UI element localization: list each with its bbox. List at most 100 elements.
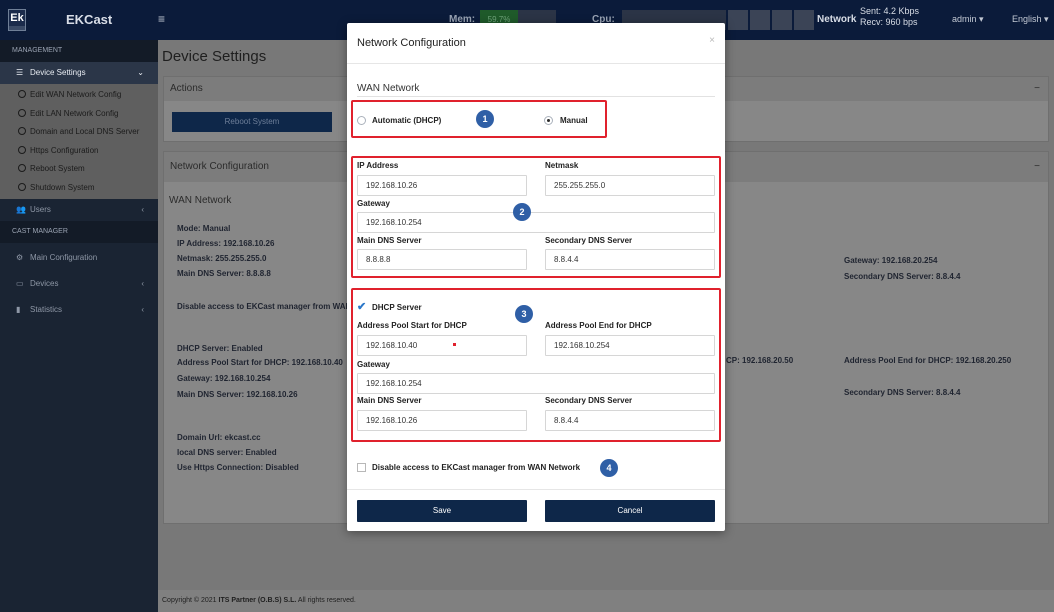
dhcp-server-checkbox[interactable]: ✔ — [357, 302, 366, 313]
bg-main-dns: Main DNS Server: 8.8.8.8 — [177, 269, 271, 278]
bg-pool-end-2: Address Pool End for DHCP: 192.168.20.25… — [844, 356, 1012, 365]
gateway-input[interactable] — [357, 212, 715, 233]
cancel-button[interactable]: Cancel — [545, 500, 715, 522]
chevron-left-icon: ‹ — [141, 279, 144, 288]
netmask-label: Netmask — [545, 161, 579, 170]
radio-manual[interactable] — [544, 116, 553, 125]
bg-mode: Mode: Manual — [177, 224, 231, 233]
circle-icon — [18, 182, 26, 191]
netmask-input[interactable] — [545, 175, 715, 196]
dhcp-secondary-dns-input[interactable] — [545, 410, 715, 431]
reboot-system-button[interactable]: Reboot System — [172, 112, 332, 132]
bg-main-dns-2: Main DNS Server: 192.168.10.26 — [177, 390, 298, 399]
bg-https: Use Https Connection: Disabled — [177, 463, 299, 472]
devices-icon: ▭ — [16, 279, 24, 288]
step-badge-3: 3 — [515, 305, 533, 323]
circle-icon — [18, 108, 26, 117]
sidebar-subitem-shutdown[interactable]: Shutdown System — [0, 179, 158, 198]
sidebar-section-management: MANAGEMENT — [0, 40, 158, 62]
radio-automatic-label: Automatic (DHCP) — [372, 116, 442, 125]
disable-wan-access-label: Disable access to EKCast manager from WA… — [372, 463, 581, 472]
collapse-icon[interactable]: − — [1034, 77, 1040, 101]
ip-address-input[interactable] — [357, 175, 527, 196]
sidebar-item-users[interactable]: 👥 Users ‹ — [0, 199, 158, 221]
gateway-label: Gateway — [357, 199, 390, 208]
dhcp-gateway-input[interactable] — [357, 373, 715, 394]
sidebar-subitem-domain-dns[interactable]: Domain and Local DNS Server — [0, 123, 158, 142]
section-divider — [357, 96, 715, 97]
close-icon[interactable]: × — [709, 35, 715, 46]
menu-toggle-icon[interactable]: ≡ — [158, 12, 165, 26]
bg-dhcp-server: DHCP Server: Enabled — [177, 344, 263, 353]
network-recv: Recv: 960 bps — [860, 17, 918, 27]
sidebar-item-devices[interactable]: ▭ Devices ‹ — [0, 273, 158, 295]
pool-end-label: Address Pool End for DHCP — [545, 321, 652, 330]
gears-icon: ⚙ — [16, 253, 24, 262]
pool-end-input[interactable] — [545, 335, 715, 356]
chevron-left-icon: ‹ — [141, 205, 144, 214]
chevron-left-icon: ‹ — [141, 305, 144, 314]
footer-company-link[interactable]: ITS Partner (O.B.S) S.L. — [219, 597, 297, 604]
network-label: Network — [817, 14, 857, 25]
step-badge-4: 4 — [600, 459, 618, 477]
dhcp-main-dns-input[interactable] — [357, 410, 527, 431]
users-icon: 👥 — [16, 205, 26, 214]
radio-automatic-dhcp[interactable] — [357, 116, 366, 125]
bg-secondary-dns-3: Secondary DNS Server: 8.8.4.4 — [844, 388, 961, 397]
dhcp-gateway-label: Gateway — [357, 360, 390, 369]
cpu-core-bar — [750, 10, 770, 30]
disable-wan-access-checkbox[interactable] — [357, 463, 366, 472]
cpu-core-bar — [794, 10, 814, 30]
bg-local-dns: local DNS server: Enabled — [177, 448, 277, 457]
language-menu[interactable]: English ▾ — [1012, 14, 1049, 25]
circle-icon — [18, 164, 26, 172]
sidebar-item-main-configuration[interactable]: ⚙ Main Configuration — [0, 247, 158, 269]
dhcp-secondary-dns-label: Secondary DNS Server — [545, 396, 633, 405]
bg-gateway-2: Gateway: 192.168.20.254 — [844, 256, 938, 265]
circle-icon — [18, 127, 26, 135]
dhcp-main-dns-label: Main DNS Server — [357, 396, 422, 405]
bg-pool-start: Address Pool Start for DHCP: 192.168.10.… — [177, 358, 343, 367]
main-dns-input[interactable] — [357, 249, 527, 270]
brand-name[interactable]: EKCast — [66, 12, 112, 27]
secondary-dns-input[interactable] — [545, 249, 715, 270]
page-title: Device Settings — [162, 48, 267, 65]
radio-manual-label: Manual — [560, 116, 588, 125]
ip-address-label: IP Address — [357, 161, 399, 170]
cpu-core-bar — [728, 10, 748, 30]
app-root: Ek EKCast ≡ Mem: 59.7% Cpu: Network Sent… — [0, 0, 1054, 612]
list-icon: ☰ — [16, 68, 24, 77]
main-dns-label: Main DNS Server — [357, 236, 422, 245]
sidebar-subitem-https[interactable]: Https Configuration — [0, 142, 158, 161]
modal-header-divider — [347, 63, 725, 64]
cpu-core-bar — [772, 10, 792, 30]
sidebar-item-label: Device Settings — [30, 68, 86, 77]
device-settings-submenu: Edit WAN Network Config Edit LAN Network… — [0, 84, 158, 199]
pool-start-input[interactable] — [357, 335, 527, 356]
sidebar-subitem-reboot[interactable]: Reboot System — [0, 160, 158, 179]
bg-disable-wan: Disable access to EKCast manager from WA… — [177, 302, 352, 311]
modal-footer-divider — [347, 489, 725, 490]
footer: Copyright © 2021 ITS Partner (O.B.S) S.L… — [158, 590, 1054, 612]
sidebar-subitem-edit-wan[interactable]: Edit WAN Network Config — [0, 86, 158, 105]
circle-icon — [18, 90, 26, 98]
bg-ip: IP Address: 192.168.10.26 — [177, 239, 275, 248]
step-badge-2: 2 — [513, 203, 531, 221]
sidebar-item-statistics[interactable]: ▮ Statistics ‹ — [0, 299, 158, 321]
save-button[interactable]: Save — [357, 500, 527, 522]
bar-chart-icon: ▮ — [16, 305, 21, 314]
step-badge-1: 1 — [476, 110, 494, 128]
sidebar-item-device-settings[interactable]: ☰ Device Settings ⌄ — [0, 62, 158, 84]
modal-title: Network Configuration — [357, 37, 466, 49]
app-logo[interactable]: Ek — [8, 9, 26, 31]
sidebar-subitem-edit-lan[interactable]: Edit LAN Network Config — [0, 105, 158, 124]
user-menu[interactable]: admin ▾ — [952, 14, 984, 25]
bg-domain-url: Domain Url: ekcast.cc — [177, 433, 261, 442]
modal-section-wan: WAN Network — [357, 83, 420, 94]
wan-network-heading: WAN Network — [169, 195, 232, 206]
collapse-icon[interactable]: − — [1034, 152, 1040, 182]
sidebar: MANAGEMENT ☰ Device Settings ⌄ Edit WAN N… — [0, 40, 158, 612]
secondary-dns-label: Secondary DNS Server — [545, 236, 633, 245]
chevron-down-icon: ⌄ — [137, 68, 144, 77]
network-sent: Sent: 4.2 Kbps — [860, 6, 920, 16]
